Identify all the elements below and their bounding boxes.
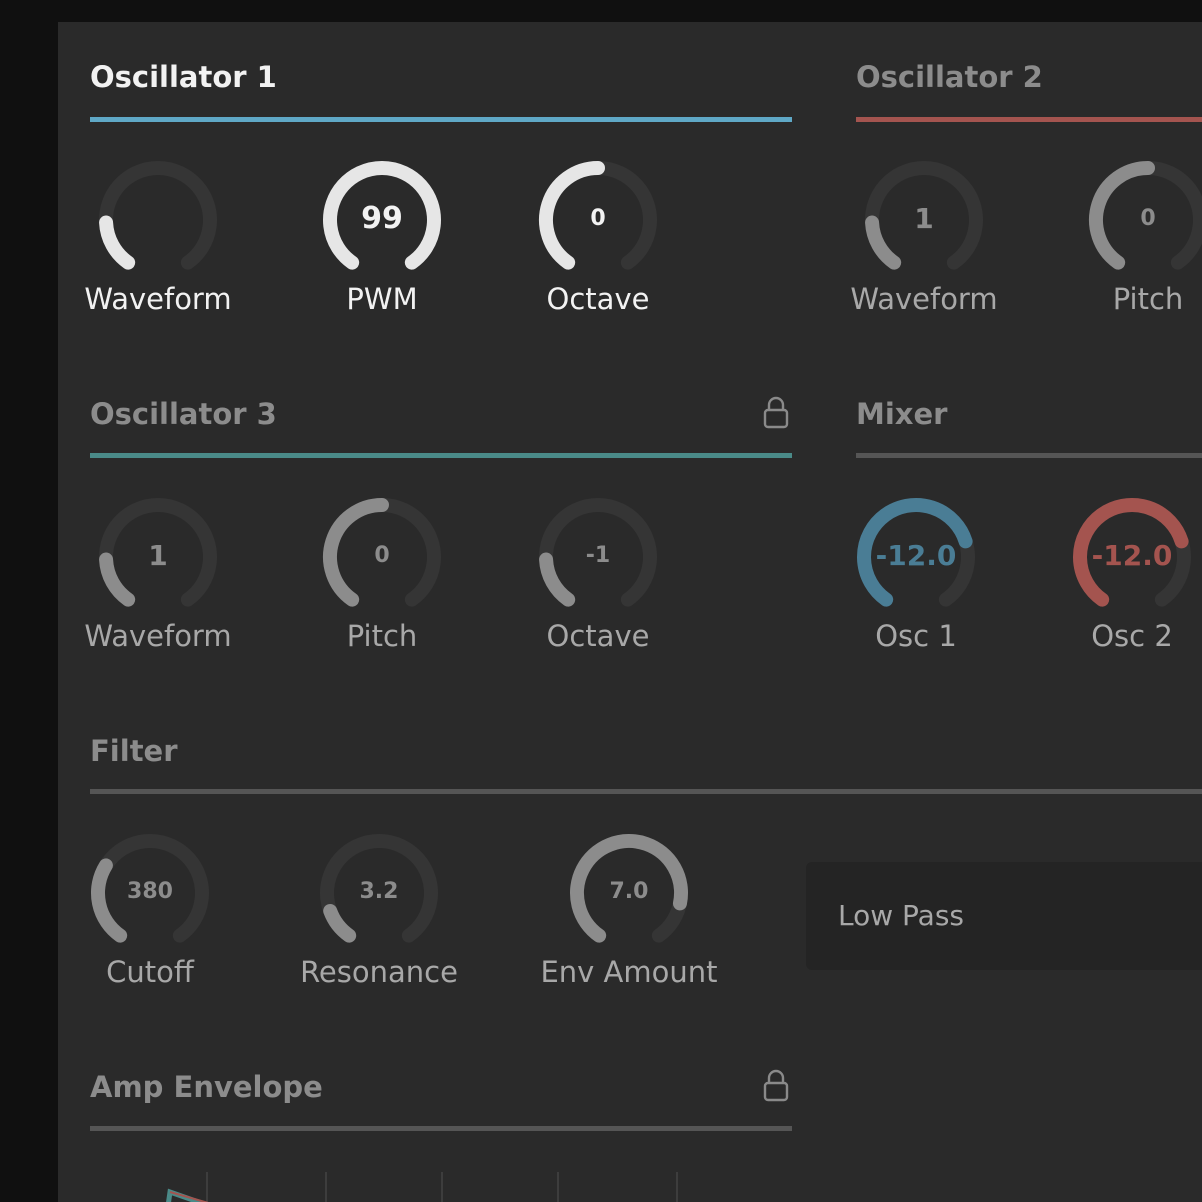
- synth-panel: Oscillator 1 Waveform 99 PWM 0 Octave Os…: [58, 22, 1202, 1202]
- filter-title: Filter: [90, 734, 178, 768]
- oscillator3-underline: [90, 453, 792, 458]
- knob-label: Cutoff: [106, 955, 194, 989]
- knob-label: Waveform: [84, 619, 232, 653]
- knob-value: 0: [374, 543, 390, 568]
- oscillator2-underline: [856, 117, 1202, 122]
- knob-label: PWM: [346, 282, 418, 316]
- knob-label: Pitch: [1112, 282, 1184, 316]
- knob-value: -12.0: [1091, 539, 1173, 572]
- mixer-title: Mixer: [856, 397, 948, 431]
- knob-value: 7.0: [609, 879, 649, 904]
- envelope-grid-line: [557, 1172, 559, 1202]
- knob-label: Waveform: [850, 282, 998, 316]
- knob-arc: [323, 903, 357, 943]
- knob-label: Osc 2: [1091, 619, 1173, 653]
- knob-value: 1: [148, 539, 168, 572]
- knob-value: 0: [1140, 206, 1156, 231]
- oscillator3-lock-icon[interactable]: [762, 396, 790, 430]
- envelope-curve: [166, 1188, 209, 1202]
- knob-value: 0: [590, 206, 606, 231]
- knob-label: Waveform: [84, 282, 232, 316]
- knob-value: -1: [585, 543, 611, 568]
- envelope-grid-line: [325, 1172, 327, 1202]
- amp-envelope-lock-icon[interactable]: [762, 1069, 790, 1103]
- knob-label: Octave: [546, 619, 650, 653]
- knob-value: 99: [361, 201, 403, 236]
- filter-type-select[interactable]: Low Pass: [806, 862, 1202, 970]
- oscillator3-title: Oscillator 3: [90, 397, 277, 431]
- knob-label: Osc 1: [875, 619, 957, 653]
- mixer-underline: [856, 453, 1202, 458]
- knob-label: Resonance: [300, 955, 458, 989]
- knob-label: Pitch: [346, 619, 418, 653]
- oscillator1-title: Oscillator 1: [90, 60, 277, 94]
- envelope-grid-line: [441, 1172, 443, 1202]
- knob-value: -12.0: [875, 539, 957, 572]
- amp-envelope-graph[interactable]: [90, 1162, 792, 1202]
- amp-envelope-title: Amp Envelope: [90, 1070, 323, 1104]
- filter-underline: [90, 789, 1202, 794]
- knob-value: [88, 199, 228, 239]
- knob-label: Octave: [546, 282, 650, 316]
- knob-value: 380: [127, 879, 173, 904]
- oscillator2-title: Oscillator 2: [856, 60, 1043, 94]
- oscillator1-underline: [90, 117, 792, 122]
- knob-value: 1: [914, 202, 934, 235]
- knob-label: Env Amount: [540, 955, 718, 989]
- amp-envelope-underline: [90, 1126, 792, 1131]
- envelope-grid-line: [676, 1172, 678, 1202]
- knob-value: 3.2: [359, 879, 399, 904]
